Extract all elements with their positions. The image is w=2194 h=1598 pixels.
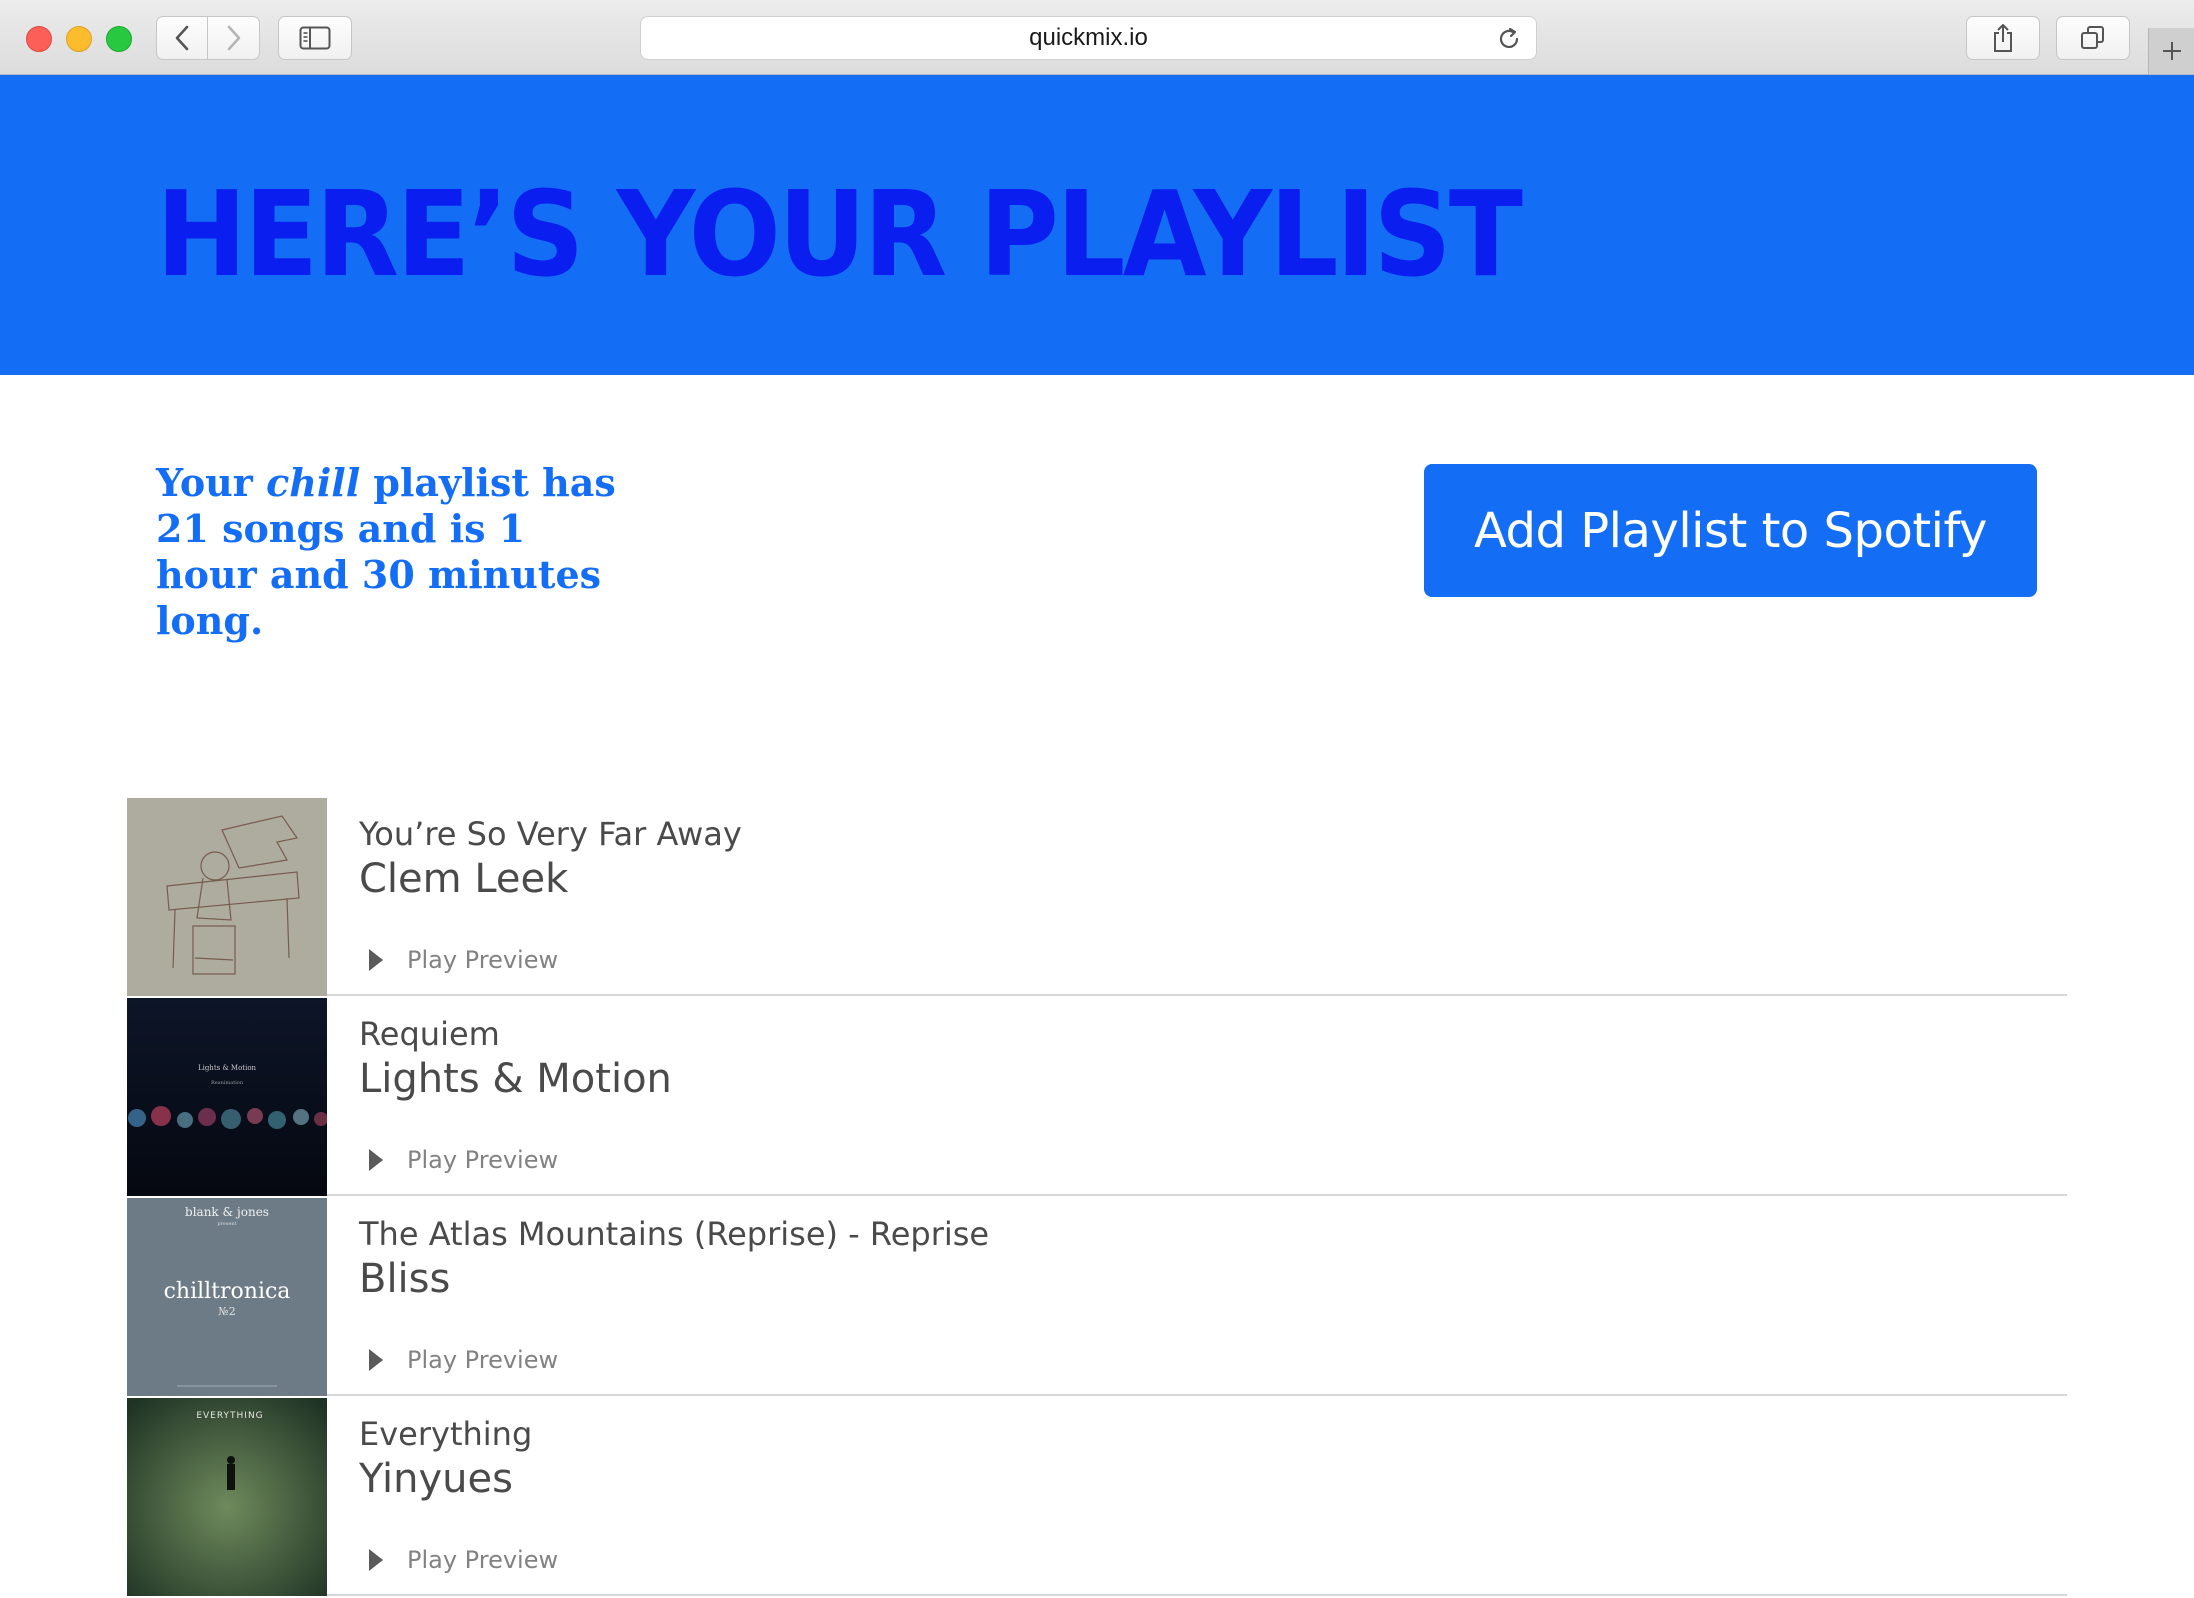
artist-name: Bliss: [359, 1256, 451, 1302]
history-navigation: [156, 16, 260, 60]
song-title: Everything: [359, 1415, 533, 1453]
new-tab-button[interactable]: [2148, 28, 2194, 74]
page-title: HERE’S YOUR PLAYLIST: [156, 165, 1523, 303]
album-art: EVERYTHING: [127, 1398, 327, 1596]
album-art-subtext: Reanimation: [211, 1080, 244, 1086]
play-icon: [369, 1149, 383, 1171]
plus-icon: [2163, 42, 2181, 60]
sidebar-toggle-button[interactable]: [278, 16, 352, 60]
play-preview-label: Play Preview: [407, 1546, 559, 1574]
show-tabs-button[interactable]: [2056, 16, 2130, 60]
play-icon: [369, 1349, 383, 1371]
share-button[interactable]: [1966, 16, 2040, 60]
album-art: [127, 798, 327, 996]
artist-name: Lights & Motion: [359, 1056, 672, 1102]
album-art-text: blank & jones: [185, 1205, 269, 1219]
play-preview-label: Play Preview: [407, 1146, 559, 1174]
track-list: You’re So Very Far Away Clem Leek Play P…: [127, 798, 2067, 1598]
window-minimize-button[interactable]: [66, 26, 92, 52]
artist-name: Yinyues: [359, 1456, 513, 1502]
play-preview-label: Play Preview: [407, 1346, 559, 1374]
album-art-text: EVERYTHING: [196, 1411, 263, 1421]
add-playlist-to-spotify-button[interactable]: Add Playlist to Spotify: [1424, 464, 2037, 597]
hero-banner: HERE’S YOUR PLAYLIST: [0, 75, 2194, 375]
window-close-button[interactable]: [26, 26, 52, 52]
summary-prefix: Your: [156, 460, 267, 505]
album-art: blank & jones present chilltronica №2: [127, 1198, 327, 1396]
tabs-overview-icon: [2081, 26, 2104, 49]
play-preview-button[interactable]: Play Preview: [369, 1346, 558, 1374]
track-row: Lights & Motion Reanimation Requiem Ligh…: [127, 998, 2067, 1196]
address-bar[interactable]: quickmix.io: [640, 16, 1537, 60]
album-art-title: chilltronica: [164, 1279, 291, 1304]
reload-icon[interactable]: [1496, 26, 1522, 52]
song-title: Requiem: [359, 1015, 500, 1053]
summary-mood: chill: [266, 460, 361, 505]
chevron-right-icon: [227, 25, 240, 51]
song-title: You’re So Very Far Away: [359, 815, 742, 853]
forward-button[interactable]: [208, 16, 260, 60]
album-art-text: Lights & Motion: [198, 1064, 257, 1072]
album-art: Lights & Motion Reanimation: [127, 998, 327, 1196]
play-preview-button[interactable]: Play Preview: [369, 1546, 558, 1574]
track-row: blank & jones present chilltronica №2 Th…: [127, 1198, 2067, 1396]
browser-toolbar: quickmix.io: [0, 0, 2194, 75]
window-zoom-button[interactable]: [106, 26, 132, 52]
chevron-left-icon: [175, 25, 189, 51]
album-art-subtext: present: [217, 1221, 236, 1227]
album-art-number: №2: [218, 1305, 235, 1318]
track-row: EVERYTHING Everything Yinyues Play Previ…: [127, 1398, 2067, 1596]
url-text: quickmix.io: [1029, 24, 1148, 51]
play-preview-button[interactable]: Play Preview: [369, 1146, 558, 1174]
song-title: The Atlas Mountains (Reprise) - Reprise: [359, 1215, 990, 1253]
share-icon: [1994, 24, 2012, 52]
play-preview-button[interactable]: Play Preview: [369, 946, 558, 974]
artist-name: Clem Leek: [359, 856, 569, 902]
play-icon: [369, 949, 383, 971]
play-icon: [369, 1549, 383, 1571]
play-preview-label: Play Preview: [407, 946, 559, 974]
track-row: You’re So Very Far Away Clem Leek Play P…: [127, 798, 2067, 996]
playlist-summary: Your chill playlist has 21 songs and is …: [156, 460, 616, 644]
sidebar-icon: [299, 26, 331, 50]
back-button[interactable]: [156, 16, 208, 60]
